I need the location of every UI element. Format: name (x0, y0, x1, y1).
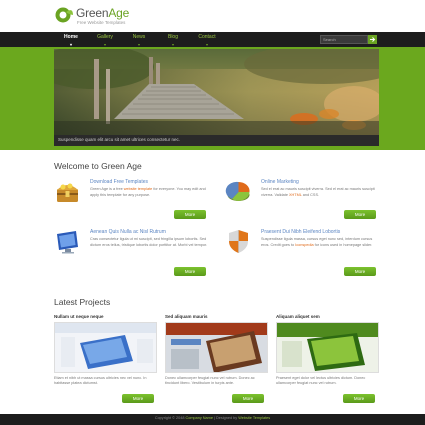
footer: Copyright © 2048 Company Name | Designed… (0, 414, 425, 425)
feature-link[interactable]: XHTML (289, 193, 302, 197)
project-title[interactable]: Aliquam aliquet sem (276, 314, 320, 319)
pie-chart-icon (225, 181, 250, 201)
project-text: Donec ullamcorper feugiat nunc vel rutru… (165, 376, 255, 386)
nav-item-gallery[interactable]: Gallery ▾ (88, 32, 122, 47)
hero-caption-bar: Suspendisse quam elit arcu sit amet ultr… (54, 135, 379, 146)
footer-link[interactable]: Website Templates (238, 416, 270, 420)
more-button[interactable]: More (232, 394, 264, 403)
shield-icon (229, 230, 248, 253)
feature-title[interactable]: Praesent Dui Nibh Eleifend Lobortis (261, 229, 340, 235)
project-text: Praesent eget dolor vel lectus ultricies… (276, 376, 366, 386)
project-title[interactable]: Nullam ut neque neque (54, 314, 104, 319)
footer-text: Copyright © 2048 Company Name | Designed… (154, 416, 271, 420)
feature-title[interactable]: Download Free Templates (90, 179, 148, 185)
nav-item-contact[interactable]: Contact ▾ (190, 32, 224, 47)
project-title[interactable]: Sed aliquam mauris (165, 314, 208, 319)
arrow-right-icon (370, 37, 376, 42)
nav-arrow-icon: ▾ (205, 42, 208, 47)
project-text: Etiam et nibh ut massa cursus ultricies … (54, 376, 147, 386)
footer-link[interactable]: Company Name (186, 416, 213, 420)
search-button[interactable] (368, 35, 377, 44)
project-screenshot-image (166, 323, 267, 372)
project-thumbnail[interactable] (54, 322, 157, 373)
more-button[interactable]: More (344, 267, 376, 276)
search-input[interactable]: Search (320, 35, 368, 44)
nav-item-home[interactable]: Home ▾ (54, 32, 88, 47)
main-nav: Home ▾ Gallery ▾ News ▾ Blog ▾ Contact ▾ (54, 32, 224, 47)
project-screenshot-image (55, 323, 156, 372)
dock-photo (54, 49, 379, 135)
more-button[interactable]: More (344, 210, 376, 219)
treasure-chest-icon (57, 183, 78, 202)
nav-item-blog[interactable]: Blog ▾ (156, 32, 190, 47)
feature-text: Cras consectetur ligula ut mi suscipit, … (90, 237, 208, 247)
nav-arrow-icon: ▾ (171, 42, 174, 47)
logo-text: GreenAge (76, 6, 130, 20)
project-thumbnail[interactable] (276, 322, 379, 373)
more-button[interactable]: More (122, 394, 154, 403)
logo-tagline: Free Website Templates (77, 20, 126, 25)
logo[interactable]: GreenAge Free Website Templates (54, 5, 164, 29)
nav-item-news[interactable]: News ▾ (122, 32, 156, 47)
feature-title[interactable]: Online Marketing (261, 179, 299, 185)
projects-title: Latest Projects (54, 297, 111, 307)
monitor-icon (57, 231, 78, 254)
page: GreenAge Free Website Templates Home ▾ G… (0, 0, 425, 425)
nav-arrow-icon: ▾ (137, 42, 140, 47)
more-button[interactable]: More (174, 210, 206, 219)
nav-arrow-icon: ▾ (69, 42, 72, 47)
more-button[interactable]: More (174, 267, 206, 276)
feature-title[interactable]: Aenean Quis Nulla ac Nisl Rutrum (90, 229, 166, 235)
nav-arrow-icon: ▾ (103, 42, 106, 47)
hero-caption: Suspendisse quam elit arcu sit amet ultr… (58, 137, 181, 142)
project-screenshot-image (277, 323, 378, 372)
feature-text: Green Age is a free website template for… (90, 187, 206, 197)
header: GreenAge Free Website Templates (0, 0, 425, 32)
project-thumbnail[interactable] (165, 322, 268, 373)
more-button[interactable]: More (343, 394, 375, 403)
leaf-logo-icon (55, 7, 73, 23)
feature-text: Sed el erat ac mauris suscipit viverra. … (261, 187, 375, 197)
feature-link[interactable]: website template (124, 187, 153, 191)
welcome-title: Welcome to Green Age (54, 161, 142, 171)
feature-link[interactable]: Iconspedia (295, 243, 313, 247)
feature-text: Suspendisse ligula massa, cursus eget nu… (261, 237, 373, 247)
nav-bar: Home ▾ Gallery ▾ News ▾ Blog ▾ Contact ▾… (0, 32, 425, 47)
hero-image (54, 49, 379, 135)
